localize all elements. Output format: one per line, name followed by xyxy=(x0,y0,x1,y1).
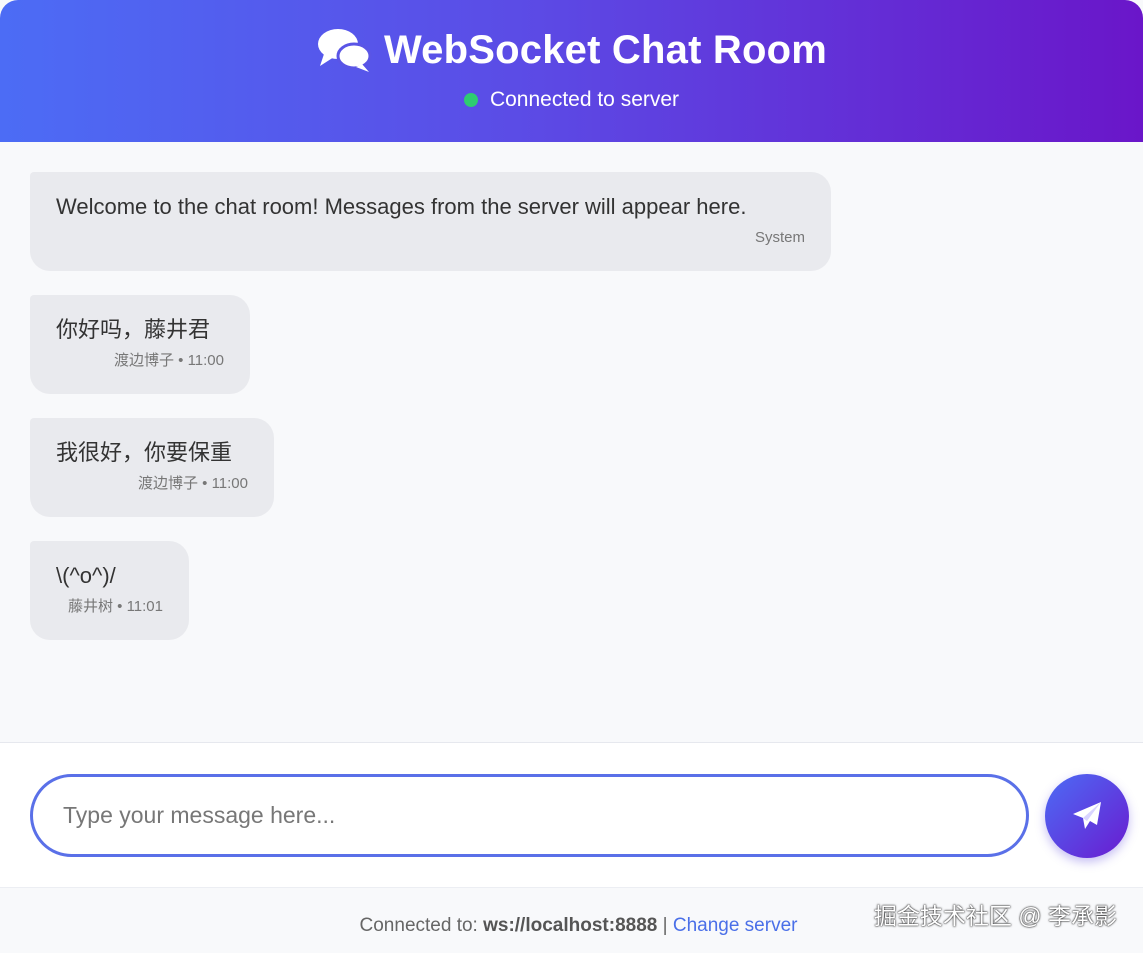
connection-status: Connected to server xyxy=(0,86,1143,114)
message-bubble: \(^o^)/ 藤井树 • 11:01 xyxy=(30,541,189,640)
footer: Connected to: ws://localhost:8888 | Chan… xyxy=(0,887,1143,953)
paper-plane-icon xyxy=(1073,802,1101,829)
message-bubble: Welcome to the chat room! Messages from … xyxy=(30,172,831,271)
page-title: WebSocket Chat Room xyxy=(383,28,828,72)
message-meta: 藤井树 • 11:01 xyxy=(67,598,163,615)
comments-icon xyxy=(317,29,372,72)
message-text: 我很好，你要保重 xyxy=(56,440,233,465)
message-meta: System xyxy=(754,229,805,246)
title-row: WebSocket Chat Room xyxy=(0,24,1143,76)
message-meta: 渡边博子 • 11:00 xyxy=(113,352,224,369)
connected-label: Connected to: xyxy=(359,915,478,936)
send-button[interactable] xyxy=(1045,774,1129,858)
change-server-link[interactable]: Change server xyxy=(673,915,798,936)
watermark: 掘金技术社区 @ 李承影 xyxy=(873,903,1117,929)
server-url: ws://localhost:8888 xyxy=(483,915,658,936)
message-bubble: 我很好，你要保重 渡边博子 • 11:00 xyxy=(30,418,274,517)
message-meta: 渡边博子 • 11:00 xyxy=(137,475,248,492)
separator: | xyxy=(662,915,668,936)
message-list[interactable]: Welcome to the chat room! Messages from … xyxy=(0,142,1143,742)
chat-app: WebSocket Chat Room Connected to server … xyxy=(0,0,1143,953)
message-text: \(^o^)/ xyxy=(56,563,116,588)
chat-header: WebSocket Chat Room Connected to server xyxy=(0,0,1143,142)
status-dot-icon xyxy=(463,93,478,107)
message-text: Welcome to the chat room! Messages from … xyxy=(56,194,747,219)
message-text: 你好吗，藤井君 xyxy=(56,317,211,342)
message-input[interactable] xyxy=(30,774,1029,857)
status-text: Connected to server xyxy=(489,88,680,111)
composer xyxy=(0,742,1143,887)
message-bubble: 你好吗，藤井君 渡边博子 • 11:00 xyxy=(30,295,250,394)
